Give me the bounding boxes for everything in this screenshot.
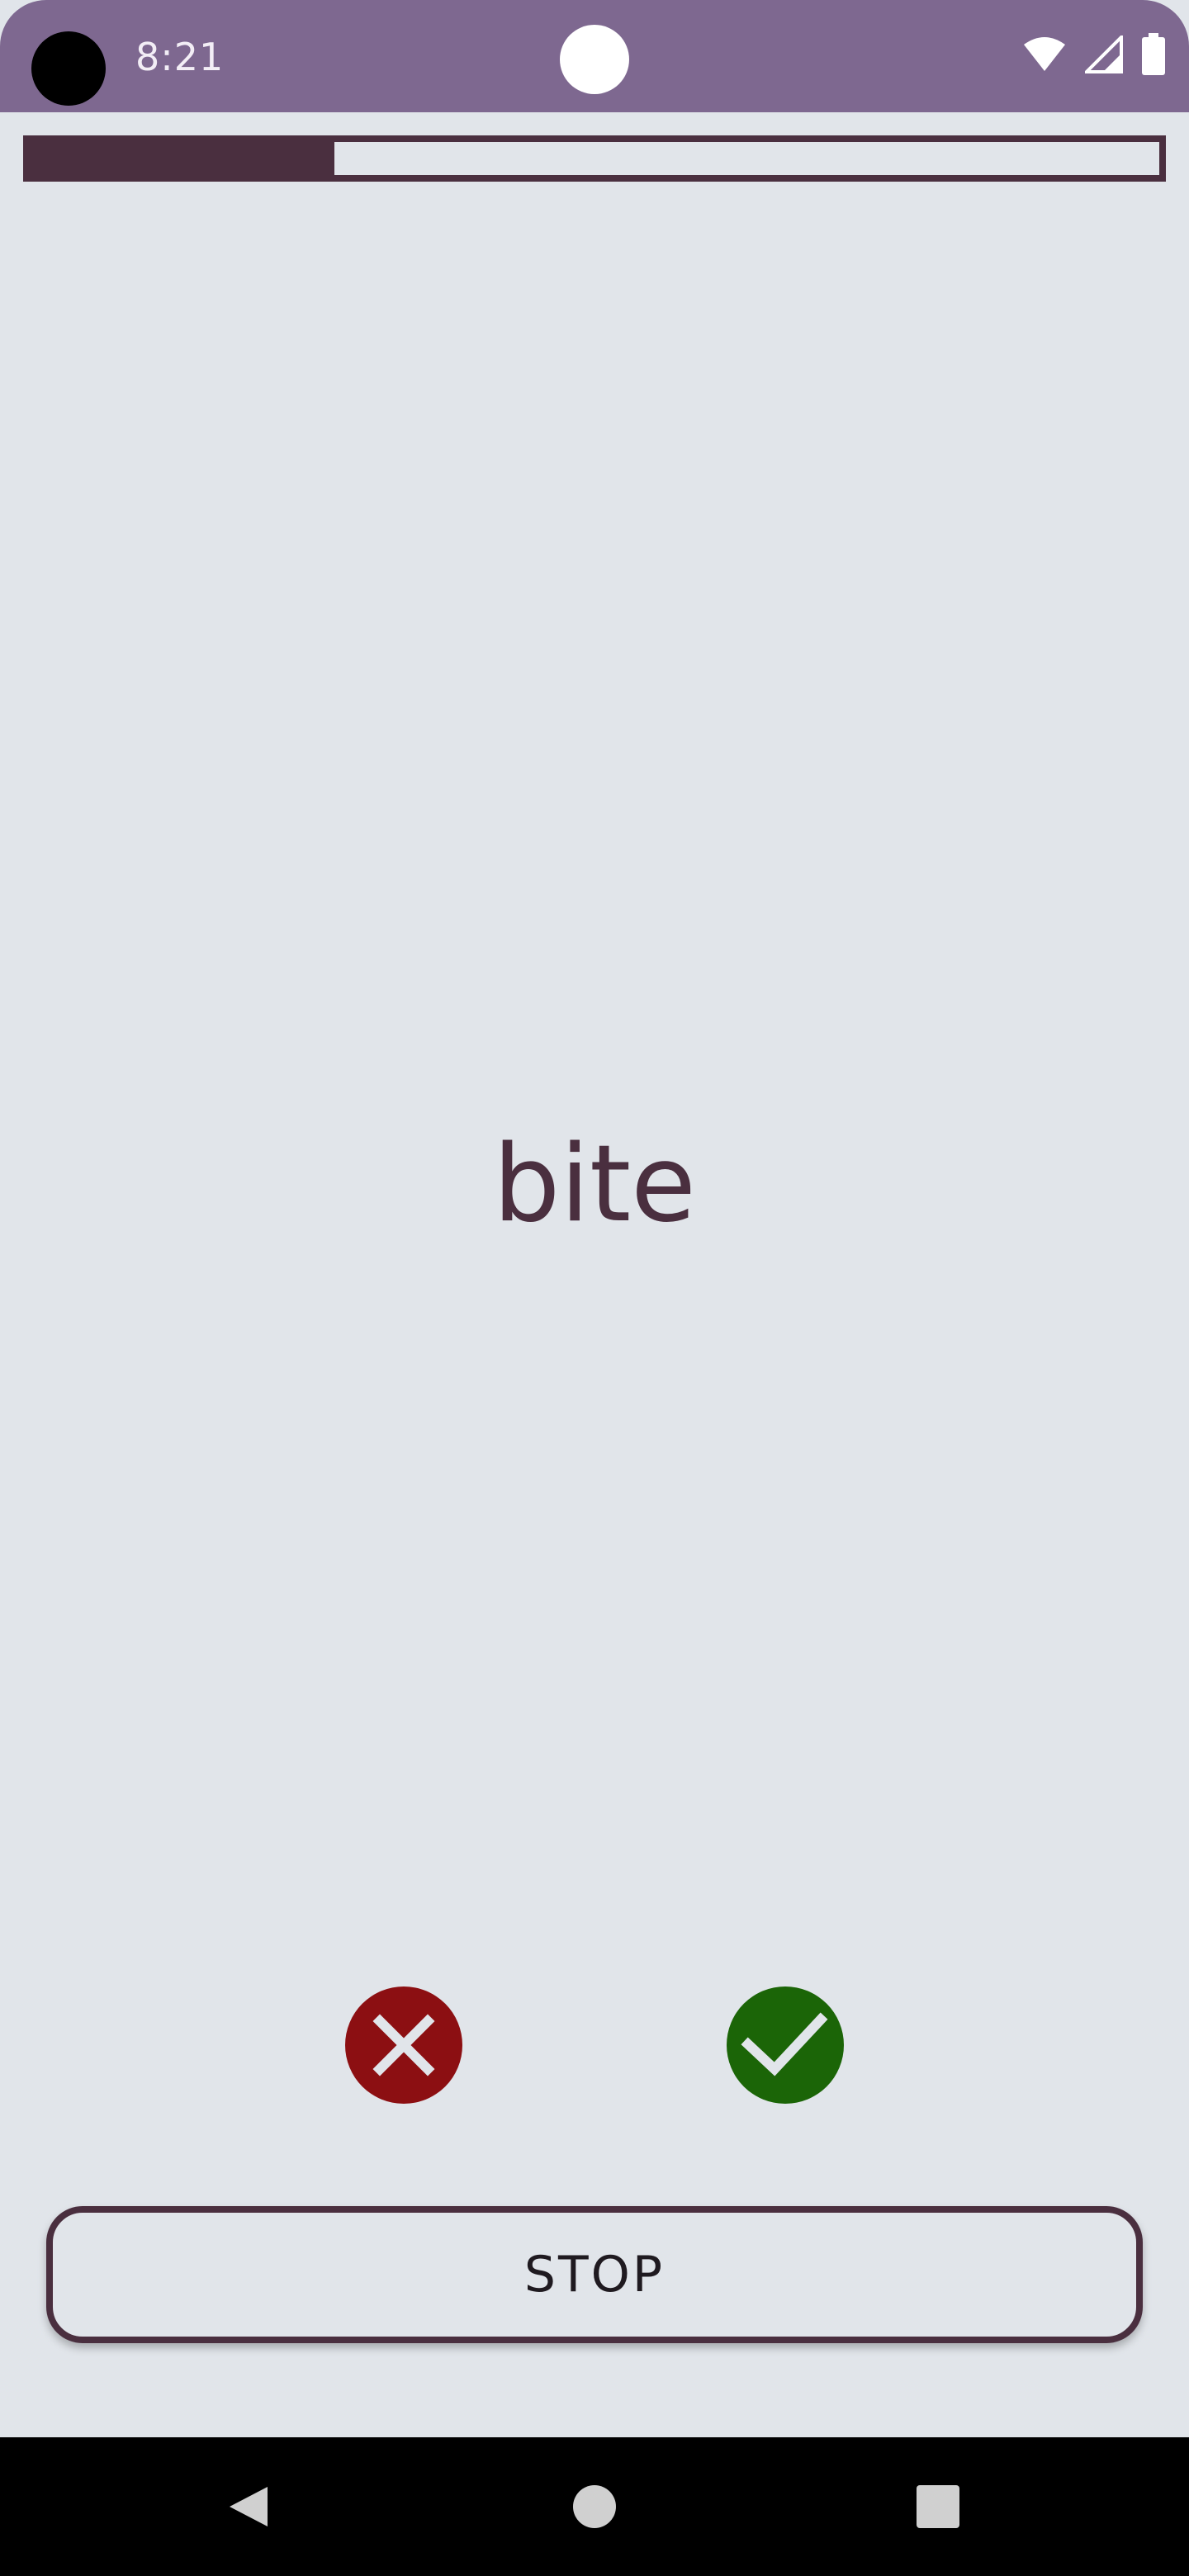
battery-icon [1141, 33, 1166, 80]
check-icon [741, 2012, 828, 2076]
back-icon [230, 2487, 268, 2526]
back-button[interactable] [183, 2437, 315, 2576]
app-screen: 8:21 bite STOP [0, 0, 1189, 2576]
notification-dot-icon [560, 25, 629, 94]
close-icon [372, 2014, 435, 2076]
recents-icon [917, 2485, 959, 2528]
stop-button[interactable]: STOP [46, 2206, 1143, 2343]
stop-button-label: STOP [523, 2246, 666, 2304]
navigation-bar [0, 2437, 1189, 2576]
recents-button[interactable] [872, 2437, 1004, 2576]
signal-icon [1082, 33, 1123, 78]
progress-bar [23, 135, 1166, 182]
home-button[interactable] [528, 2437, 661, 2576]
flashcard-word: bite [493, 1123, 696, 1246]
camera-hole [31, 31, 106, 106]
status-bar: 8:21 [0, 0, 1189, 112]
home-icon [573, 2485, 616, 2528]
progress-fill [30, 142, 335, 175]
wrong-answer-button[interactable] [345, 1986, 462, 2104]
wifi-icon [1022, 36, 1067, 77]
correct-answer-button[interactable] [727, 1986, 844, 2104]
status-time: 8:21 [135, 35, 225, 79]
status-icons [1022, 33, 1166, 80]
